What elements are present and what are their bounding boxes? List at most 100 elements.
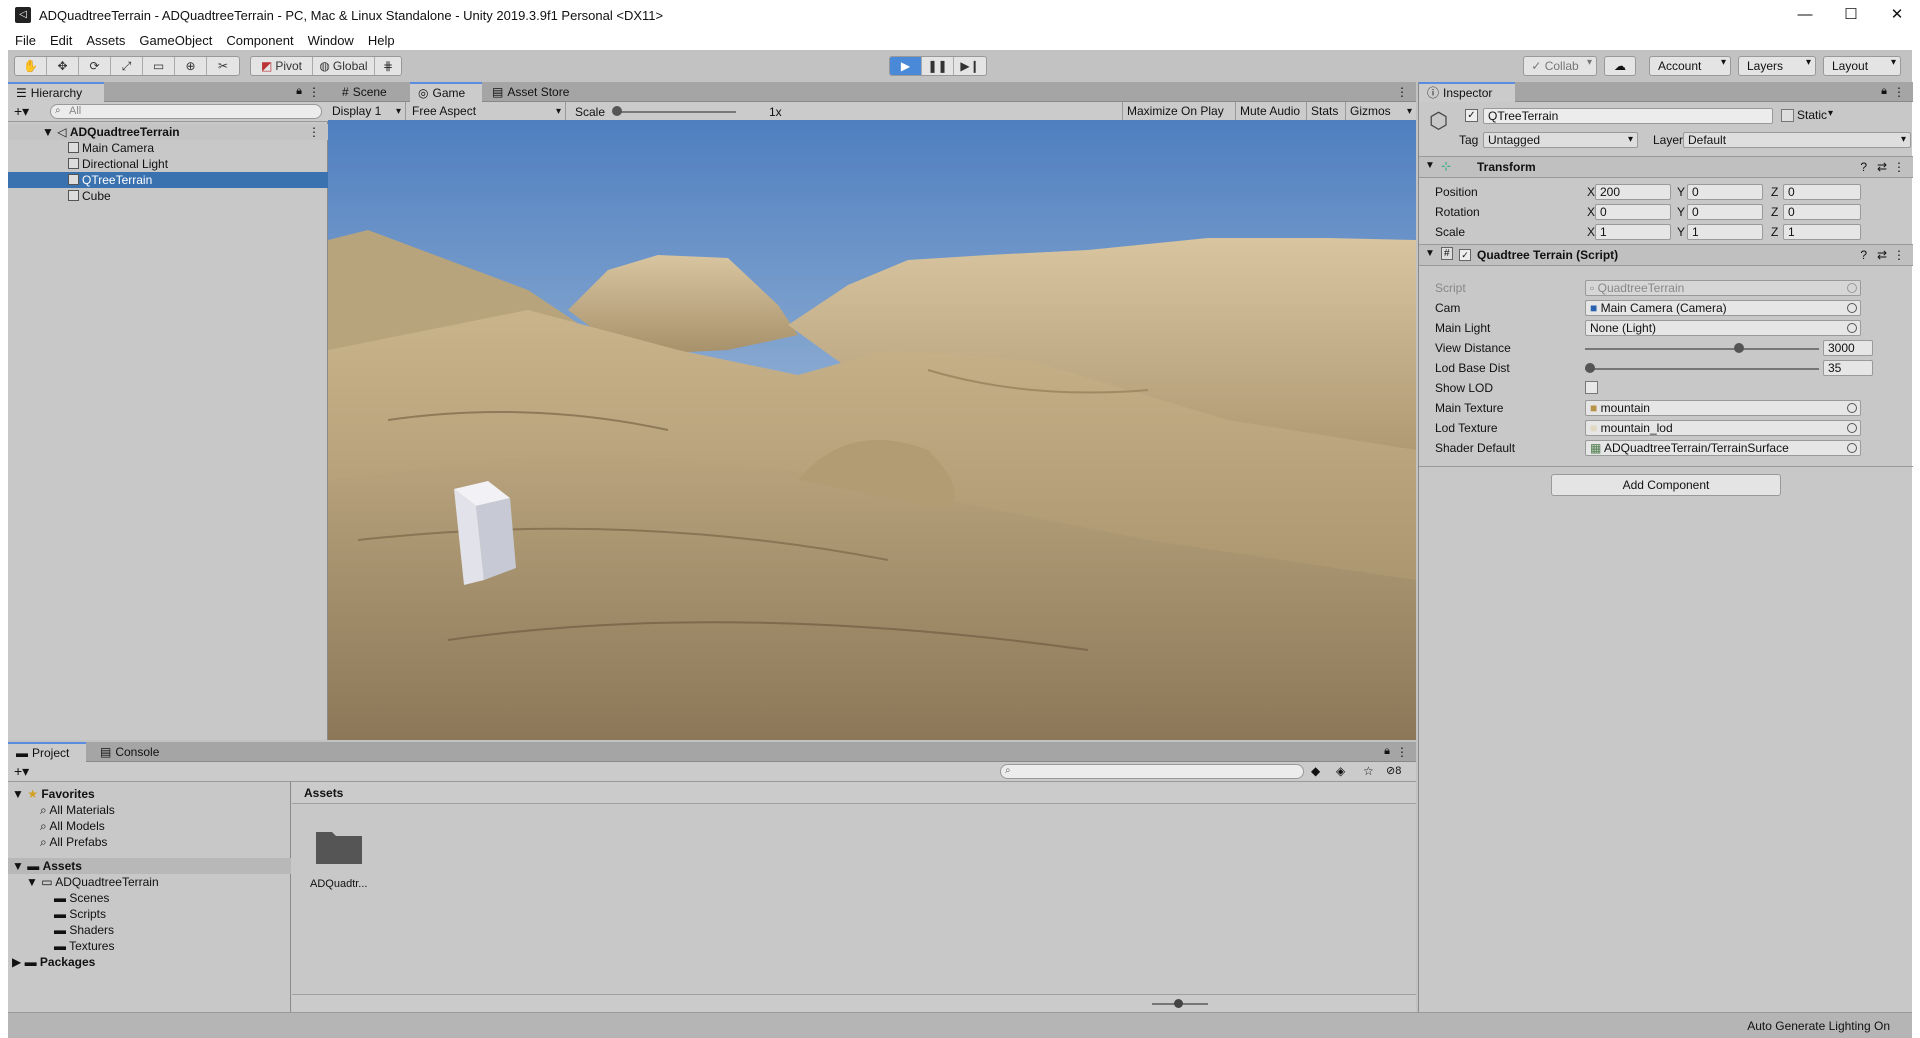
preset-icon[interactable]: ⇄ <box>1877 248 1887 262</box>
add-icon[interactable]: +▾ <box>14 103 29 120</box>
scale-x[interactable]: 1 <box>1595 224 1671 240</box>
pivot-toggle[interactable]: ◩ Pivot <box>251 57 313 75</box>
kebab-menu-icon[interactable]: ⋮ <box>1396 745 1408 759</box>
lock-icon[interactable]: 🔒︎ <box>1384 745 1390 758</box>
move-tool-icon[interactable]: ✥ <box>47 57 79 75</box>
collab-dropdown[interactable]: ✓ Collab <box>1523 56 1597 76</box>
custom-tool-icon[interactable]: ✂ <box>207 57 239 75</box>
mute-audio-toggle[interactable]: Mute Audio <box>1235 102 1304 121</box>
hierarchy-item-directional-light[interactable]: Directional Light <box>8 156 328 172</box>
tree-scripts[interactable]: ▬ Scripts <box>54 906 106 922</box>
hierarchy-item-cube[interactable]: Cube <box>8 188 328 204</box>
script-component-header[interactable]: ▼ # ✓ Quadtree Terrain (Script) ? ⇄ ⋮ <box>1419 244 1913 266</box>
menu-gameobject[interactable]: GameObject <box>132 33 219 48</box>
game-viewport[interactable] <box>328 120 1416 740</box>
hidden-packages-toggle[interactable]: ⊘8 <box>1386 764 1401 777</box>
transform-tool-icon[interactable]: ⊕ <box>175 57 207 75</box>
position-x[interactable]: 200 <box>1595 184 1671 200</box>
kebab-menu-icon[interactable]: ⋮ <box>308 85 320 99</box>
static-dropdown[interactable]: Static <box>1797 108 1837 124</box>
lod-base-dist-thumb[interactable] <box>1585 363 1595 373</box>
close-button[interactable]: ✕ <box>1874 0 1920 30</box>
view-distance-input[interactable]: 3000 <box>1823 340 1873 356</box>
rotation-z[interactable]: 0 <box>1783 204 1861 220</box>
help-icon[interactable]: ? <box>1860 160 1867 174</box>
scale-slider[interactable] <box>614 111 736 113</box>
account-dropdown[interactable]: Account <box>1649 56 1731 76</box>
main-texture-field[interactable]: ■ mountain <box>1585 400 1861 416</box>
rotate-tool-icon[interactable]: ⟳ <box>79 57 111 75</box>
maximize-on-play-toggle[interactable]: Maximize On Play <box>1122 102 1228 121</box>
folder-item-icon[interactable] <box>314 826 364 866</box>
play-button[interactable]: ▶ <box>890 57 922 75</box>
step-button[interactable]: ▶❙ <box>954 57 986 75</box>
preset-icon[interactable]: ⇄ <box>1877 160 1887 174</box>
icon-size-thumb[interactable] <box>1174 999 1183 1008</box>
scale-z[interactable]: 1 <box>1783 224 1861 240</box>
hand-tool-icon[interactable]: ✋ <box>15 57 47 75</box>
static-checkbox[interactable] <box>1781 109 1794 122</box>
tree-favorites[interactable]: ▼ ★ Favorites <box>12 786 95 802</box>
collapse-arrow-icon[interactable]: ▶ <box>12 955 21 969</box>
position-y[interactable]: 0 <box>1687 184 1763 200</box>
position-z[interactable]: 0 <box>1783 184 1861 200</box>
menu-window[interactable]: Window <box>301 33 361 48</box>
search-by-type-icon[interactable]: ◆ <box>1311 764 1320 778</box>
tab-inspector[interactable]: ⓘ Inspector <box>1419 82 1515 102</box>
kebab-menu-icon[interactable]: ⋮ <box>1893 85 1905 99</box>
rotation-x[interactable]: 0 <box>1595 204 1671 220</box>
scale-slider-thumb[interactable] <box>612 106 622 116</box>
tree-fav-all-materials[interactable]: ⌕ All Materials <box>40 802 115 818</box>
menu-file[interactable]: File <box>8 33 43 48</box>
tree-fav-all-prefabs[interactable]: ⌕ All Prefabs <box>40 834 107 850</box>
gizmos-dropdown[interactable]: Gizmos ▾ <box>1345 102 1416 121</box>
tab-project[interactable]: ▬ Project <box>8 742 86 762</box>
minimize-button[interactable]: — <box>1782 0 1828 30</box>
help-icon[interactable]: ? <box>1860 248 1867 262</box>
active-checkbox[interactable]: ✓ <box>1465 109 1478 122</box>
favorite-star-icon[interactable]: ☆ <box>1363 764 1374 778</box>
menu-component[interactable]: Component <box>219 33 300 48</box>
menu-assets[interactable]: Assets <box>79 33 132 48</box>
component-enabled-checkbox[interactable]: ✓ <box>1459 249 1471 261</box>
shader-default-field[interactable]: ▦ ADQuadtreeTerrain/TerrainSurface <box>1585 440 1861 456</box>
tree-shaders[interactable]: ▬ Shaders <box>54 922 114 938</box>
search-by-label-icon[interactable]: ◈ <box>1336 764 1345 778</box>
snap-icon[interactable]: ⋕ <box>375 57 401 75</box>
cloud-button[interactable]: ☁ <box>1604 56 1636 76</box>
global-toggle[interactable]: ◍ Global <box>313 57 375 75</box>
maximize-button[interactable]: ☐ <box>1828 0 1874 30</box>
rect-tool-icon[interactable]: ▭ <box>143 57 175 75</box>
expand-arrow-icon[interactable]: ▼ <box>12 787 24 801</box>
breadcrumb-assets[interactable]: Assets <box>304 786 343 800</box>
transform-header[interactable]: ▼ ⊹ Transform ? ⇄ ⋮ <box>1419 156 1913 178</box>
object-picker-icon[interactable] <box>1847 323 1857 333</box>
layer-dropdown[interactable]: Default <box>1683 132 1911 148</box>
layers-dropdown[interactable]: Layers <box>1738 56 1816 76</box>
view-distance-thumb[interactable] <box>1734 343 1745 353</box>
hierarchy-item-qtreeterrain[interactable]: QTreeTerrain <box>8 172 328 188</box>
folder-item-label[interactable]: ADQuadtr... <box>310 878 367 890</box>
kebab-menu-icon[interactable]: ⋮ <box>1893 248 1905 262</box>
add-component-button[interactable]: Add Component <box>1551 474 1781 496</box>
tab-game[interactable]: ◎ Game <box>410 82 482 102</box>
layout-dropdown[interactable]: Layout <box>1823 56 1901 76</box>
cam-field[interactable]: ■ Main Camera (Camera) <box>1585 300 1861 316</box>
kebab-menu-icon[interactable]: ⋮ <box>1893 160 1905 174</box>
tree-adquadtreeterrain[interactable]: ▼ ▭ ADQuadtreeTerrain <box>26 874 159 890</box>
expand-arrow-icon[interactable]: ▼ <box>42 125 54 139</box>
tab-asset-store[interactable]: ▤ Asset Store <box>484 82 577 102</box>
menu-help[interactable]: Help <box>361 33 402 48</box>
scene-menu-icon[interactable]: ⋮ <box>308 124 320 140</box>
expand-arrow-icon[interactable]: ▼ <box>26 875 38 889</box>
aspect-dropdown[interactable]: Free Aspect <box>408 102 566 121</box>
kebab-menu-icon[interactable]: ⋮ <box>1396 85 1408 99</box>
expand-arrow-icon[interactable]: ▼ <box>1425 248 1435 259</box>
scale-y[interactable]: 1 <box>1687 224 1763 240</box>
hierarchy-search[interactable]: ⌕ All <box>50 104 322 119</box>
expand-arrow-icon[interactable]: ▼ <box>1425 160 1435 171</box>
tree-textures[interactable]: ▬ Textures <box>54 938 114 954</box>
tab-scene[interactable]: # Scene <box>334 82 395 102</box>
object-picker-icon[interactable] <box>1847 403 1857 413</box>
lod-base-dist-input[interactable]: 35 <box>1823 360 1873 376</box>
